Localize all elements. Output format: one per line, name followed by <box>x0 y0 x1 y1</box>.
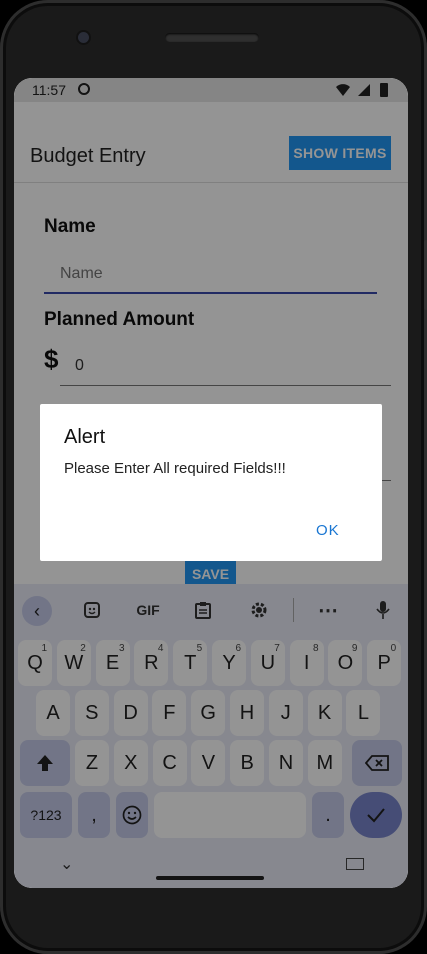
phone-frame: 11:57 Budget Entry SHOW ITEMS Name Plann… <box>0 0 427 954</box>
device-screen: 11:57 Budget Entry SHOW ITEMS Name Plann… <box>14 78 408 888</box>
dialog-title: Alert <box>64 426 106 448</box>
dialog-message: Please Enter All required Fields!!! <box>64 460 286 477</box>
earpiece-speaker <box>165 33 259 42</box>
ok-button[interactable]: OK <box>316 522 340 539</box>
alert-dialog: Alert Please Enter All required Fields!!… <box>40 404 382 561</box>
front-camera <box>78 32 89 43</box>
